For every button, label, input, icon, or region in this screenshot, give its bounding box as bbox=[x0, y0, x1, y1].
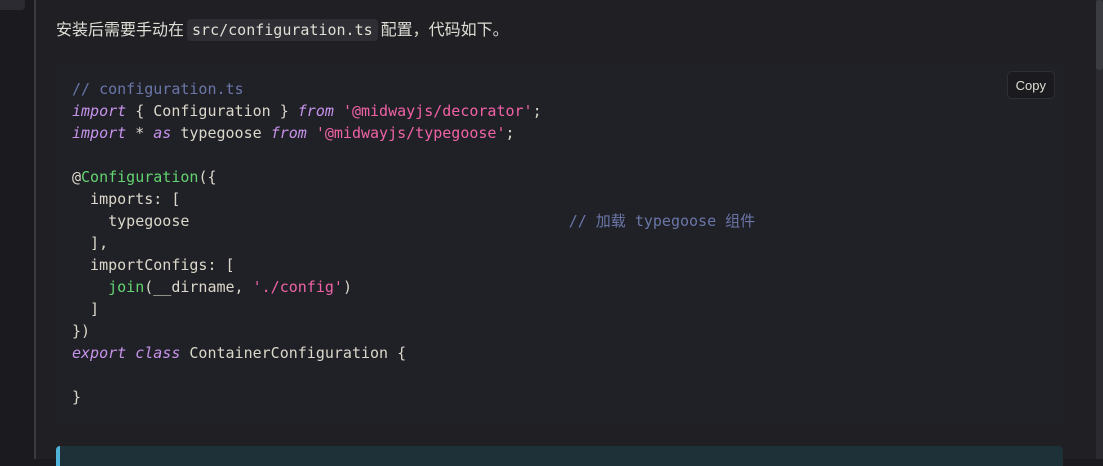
code-token-keyword: import bbox=[72, 102, 127, 120]
left-sidebar bbox=[0, 0, 34, 459]
code-token-plain: ] bbox=[72, 300, 100, 318]
code-token-string: '@midwayjs/typegoose' bbox=[315, 124, 506, 142]
code-token-func: Configuration bbox=[81, 168, 199, 186]
copy-button[interactable]: Copy bbox=[1006, 71, 1055, 99]
intro-text-after: 配置，代码如下。 bbox=[380, 20, 509, 39]
code-token-keyword: from bbox=[297, 102, 334, 120]
code-line: // configuration.ts bbox=[72, 80, 244, 98]
scrollbar-thumb[interactable] bbox=[1096, 0, 1103, 70]
code-token-plain: ; bbox=[532, 102, 542, 120]
code-token-plain: } bbox=[72, 388, 82, 406]
code-line: export class ContainerConfiguration { bbox=[72, 344, 406, 362]
tip-callout bbox=[56, 446, 1063, 466]
intro-text-before: 安装后需要手动在 bbox=[56, 20, 185, 39]
code-token-plain: }) bbox=[72, 322, 91, 340]
code-token-keyword: import bbox=[72, 124, 127, 142]
code-line: importConfigs: [ bbox=[72, 256, 235, 274]
intro-paragraph: 安装后需要手动在 src/configuration.ts 配置，代码如下。 bbox=[56, 16, 509, 44]
code-token-keyword: class bbox=[135, 344, 181, 362]
inline-code-path: src/configuration.ts bbox=[187, 19, 378, 41]
scrollbar[interactable] bbox=[1096, 0, 1103, 459]
code-token-plain: { Configuration } bbox=[126, 102, 298, 120]
code-token-plain: ({ bbox=[198, 168, 217, 186]
code-token-plain: ; bbox=[505, 124, 515, 142]
code-token-comment: // configuration.ts bbox=[72, 80, 244, 98]
code-line: import * as typegoose from '@midwayjs/ty… bbox=[72, 124, 515, 142]
code-token-plain: ], bbox=[72, 234, 109, 252]
code-token-keyword: as bbox=[153, 124, 172, 142]
code-line: ] bbox=[72, 300, 99, 318]
code-token-plain: @ bbox=[72, 168, 82, 186]
sidebar-stub bbox=[0, 0, 25, 10]
code-content: // configuration.ts import { Configurati… bbox=[72, 78, 1047, 408]
code-token-plain: * bbox=[126, 124, 154, 142]
code-line: join(__dirname, './config') bbox=[72, 278, 352, 296]
code-token-plain: typegoose bbox=[72, 212, 569, 230]
code-token-plain: typegoose bbox=[171, 124, 271, 142]
code-token-keyword: from bbox=[270, 124, 307, 142]
code-line: typegoose // 加载 typegoose 组件 bbox=[72, 212, 755, 230]
code-token-comment: // 加载 typegoose 组件 bbox=[568, 212, 756, 230]
code-token-string: './config' bbox=[252, 278, 343, 296]
code-line: ], bbox=[72, 234, 108, 252]
code-token-plain: importConfigs: [ bbox=[72, 256, 235, 274]
code-token-plain: ContainerConfiguration { bbox=[180, 344, 407, 362]
code-line: @Configuration({ bbox=[72, 168, 217, 186]
code-line: imports: [ bbox=[72, 190, 180, 208]
code-token-string: '@midwayjs/decorator' bbox=[342, 102, 533, 120]
code-line: }) bbox=[72, 322, 90, 340]
code-block: Copy // configuration.ts import { Config… bbox=[56, 63, 1063, 425]
code-token-plain: (__dirname, bbox=[144, 278, 253, 296]
code-token-plain: imports: [ bbox=[72, 190, 181, 208]
code-line: import { Configuration } from '@midwayjs… bbox=[72, 102, 542, 120]
code-token-keyword: export bbox=[72, 344, 127, 362]
code-token-plain: ) bbox=[342, 278, 352, 296]
code-line: } bbox=[72, 388, 81, 406]
code-token-func: join bbox=[108, 278, 145, 296]
